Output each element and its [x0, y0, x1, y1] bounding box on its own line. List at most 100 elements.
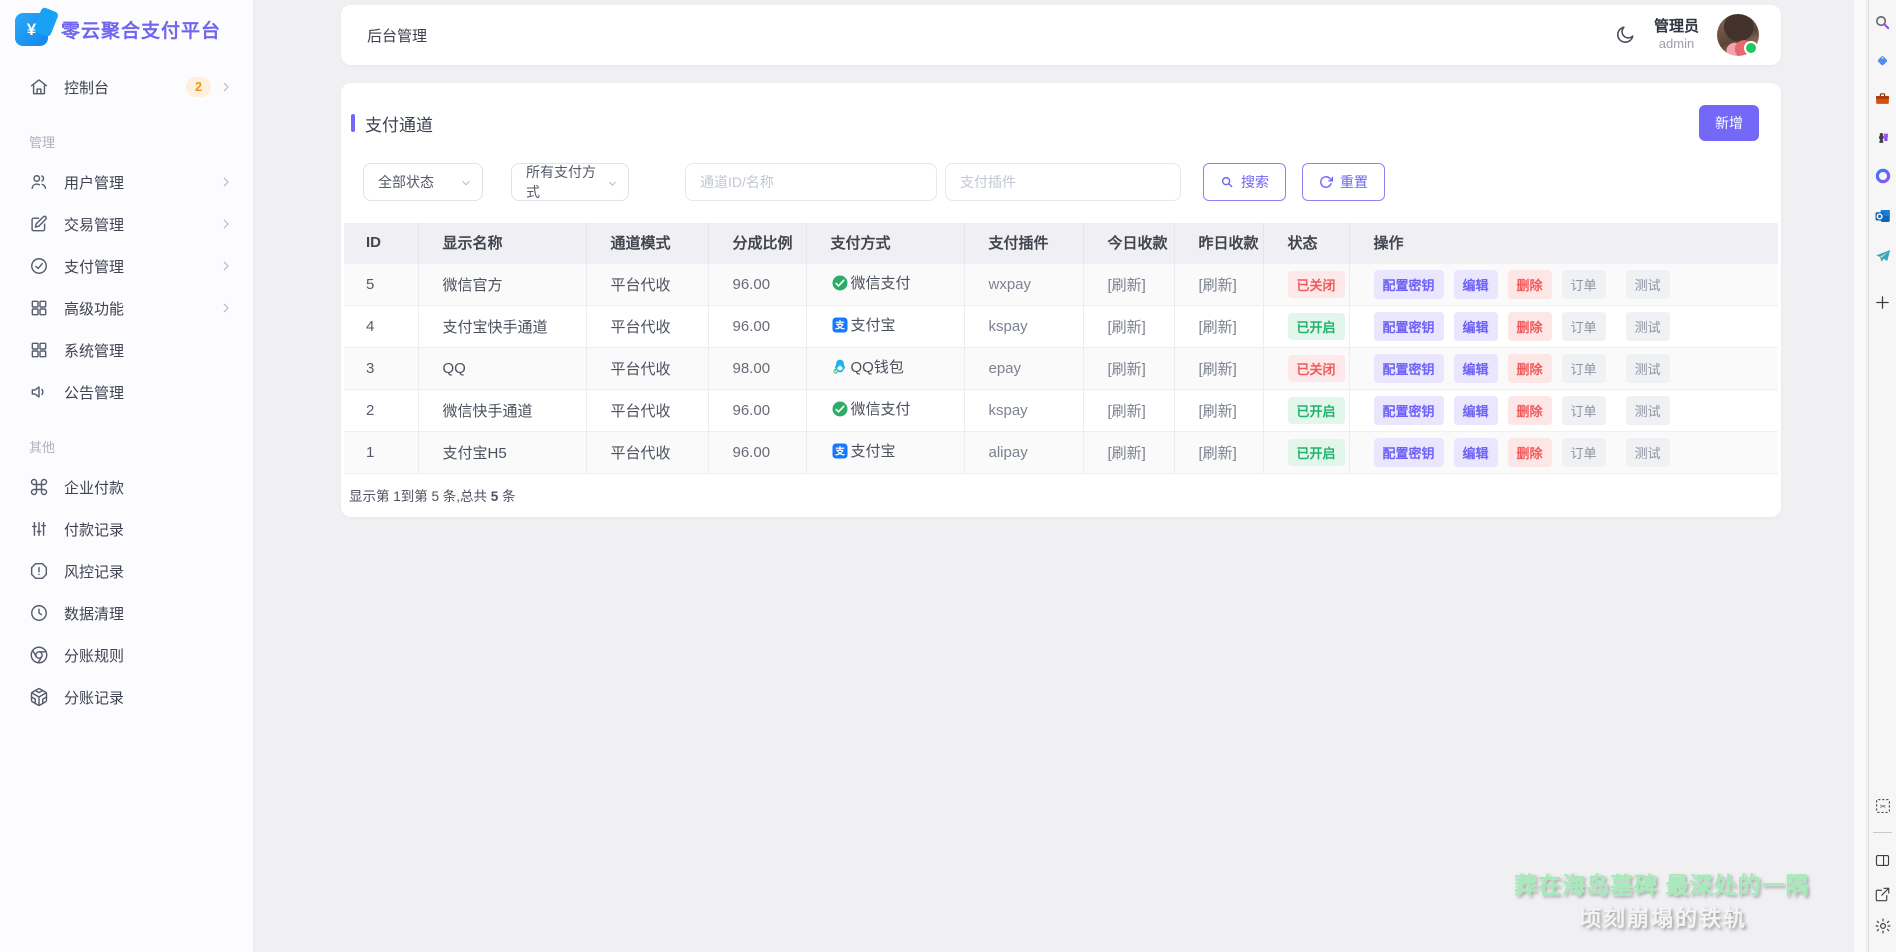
sidebar-item-label: 控制台 [64, 77, 186, 98]
edit-button[interactable]: 编辑 [1454, 438, 1498, 467]
table-row: 3QQ平台代收98.00QQ钱包epay[刷新][刷新]已关闭配置密钥编辑删除订… [344, 347, 1778, 389]
sidebar-item-data-cleanup[interactable]: 数据清理 [0, 592, 253, 634]
sidebar-item-payment-records[interactable]: 付款记录 [0, 508, 253, 550]
table-row: 4支付宝快手通道平台代收96.00支支付宝kspay[刷新][刷新]已开启配置密… [344, 305, 1778, 347]
toolbox-icon[interactable] [1873, 88, 1893, 108]
cell-actions: 配置密钥编辑删除订单测试 [1349, 305, 1778, 347]
topbar: 后台管理 管理员 admin [341, 5, 1781, 65]
delete-button[interactable]: 删除 [1508, 312, 1552, 341]
dark-mode-toggle[interactable] [1614, 24, 1636, 46]
add-button[interactable]: 新增 [1699, 105, 1759, 141]
chevron-right-icon [219, 301, 233, 315]
test-button[interactable]: 测试 [1626, 312, 1670, 341]
pay-method: 微信支付 [831, 272, 911, 293]
cell-yesterday-income: [刷新] [1174, 263, 1263, 305]
edit-button[interactable]: 编辑 [1454, 354, 1498, 383]
outlook-icon[interactable] [1873, 206, 1893, 226]
refresh-today-link[interactable]: [刷新] [1108, 403, 1146, 420]
refresh-yesterday-link[interactable]: [刷新] [1199, 403, 1237, 420]
sidebar-item-enterprise-payment[interactable]: 企业付款 [0, 466, 253, 508]
open-external-icon[interactable] [1873, 884, 1893, 904]
telegram-icon[interactable] [1873, 246, 1893, 266]
cell-pay-method: 支支付宝 [806, 305, 964, 347]
app-logo[interactable]: ¥ 零云聚合支付平台 [0, 0, 253, 60]
sidebar-item-system-management[interactable]: 系统管理 [0, 329, 253, 371]
method-select[interactable]: 所有支付方式 [511, 163, 629, 201]
sidebar: ¥ 零云聚合支付平台 控制台2管理用户管理交易管理支付管理高级功能系统管理公告管… [0, 0, 254, 952]
order-button[interactable]: 订单 [1562, 270, 1606, 299]
refresh-yesterday-link[interactable]: [刷新] [1199, 445, 1237, 462]
cell-channel-mode: 平台代收 [586, 305, 708, 347]
refresh-yesterday-link[interactable]: [刷新] [1199, 361, 1237, 378]
reset-button[interactable]: 重置 [1302, 163, 1385, 201]
settings-icon[interactable] [1873, 916, 1893, 936]
sidebar-item-console[interactable]: 控制台2 [0, 66, 253, 108]
sidebar-item-badge: 2 [186, 77, 211, 97]
status-select[interactable]: 全部状态 [363, 163, 483, 201]
search-icon[interactable] [1873, 12, 1893, 32]
screenshot-icon[interactable]: ✂ [1873, 796, 1893, 816]
delete-button[interactable]: 删除 [1508, 270, 1552, 299]
sidebar-item-payment-management[interactable]: 支付管理 [0, 245, 253, 287]
cell-display-name: 支付宝快手通道 [418, 305, 586, 347]
cell-display-name: 微信快手通道 [418, 389, 586, 431]
delete-button[interactable]: 删除 [1508, 438, 1552, 467]
svg-text:支: 支 [834, 444, 845, 457]
order-button[interactable]: 订单 [1562, 396, 1606, 425]
edit-button[interactable]: 编辑 [1454, 396, 1498, 425]
configure-key-button[interactable]: 配置密钥 [1374, 396, 1444, 425]
command-icon [29, 477, 49, 497]
cell-plugin: alipay [964, 431, 1083, 473]
test-button[interactable]: 测试 [1626, 438, 1670, 467]
test-button[interactable]: 测试 [1626, 354, 1670, 383]
chess-icon[interactable] [1873, 127, 1893, 147]
delete-button[interactable]: 删除 [1508, 396, 1552, 425]
delete-button[interactable]: 删除 [1508, 354, 1552, 383]
edit-button[interactable]: 编辑 [1454, 270, 1498, 299]
configure-key-button[interactable]: 配置密钥 [1374, 312, 1444, 341]
sidebar-section-label: 其他 [0, 413, 253, 466]
refresh-yesterday-link[interactable]: [刷新] [1199, 319, 1237, 336]
cell-id: 3 [344, 347, 418, 389]
browser-side-bar: ✂ [1868, 0, 1896, 952]
refresh-today-link[interactable]: [刷新] [1108, 361, 1146, 378]
add-icon[interactable] [1873, 292, 1893, 312]
refresh-icon [1319, 175, 1333, 189]
order-button[interactable]: 订单 [1562, 438, 1606, 467]
avatar[interactable] [1717, 14, 1759, 56]
test-button[interactable]: 测试 [1626, 270, 1670, 299]
channel-id-input[interactable] [685, 163, 937, 201]
tag-icon[interactable] [1873, 50, 1893, 70]
search-button[interactable]: 搜索 [1203, 163, 1286, 201]
status-badge: 已开启 [1288, 397, 1345, 424]
order-button[interactable]: 订单 [1562, 354, 1606, 383]
test-button[interactable]: 测试 [1626, 396, 1670, 425]
split-view-icon[interactable] [1873, 850, 1893, 870]
sidebar-item-trade-management[interactable]: 交易管理 [0, 203, 253, 245]
filter-row: 全部状态 所有支付方式 搜索 [363, 163, 1781, 201]
refresh-today-link[interactable]: [刷新] [1108, 277, 1146, 294]
sidebar-item-split-records[interactable]: 分账记录 [0, 676, 253, 718]
configure-key-button[interactable]: 配置密钥 [1374, 270, 1444, 299]
sidebar-item-announcement-management[interactable]: 公告管理 [0, 371, 253, 413]
refresh-today-link[interactable]: [刷新] [1108, 445, 1146, 462]
sidebar-item-user-management[interactable]: 用户管理 [0, 161, 253, 203]
sidebar-item-advanced-features[interactable]: 高级功能 [0, 287, 253, 329]
chevron-right-icon [219, 175, 233, 189]
edit-button[interactable]: 编辑 [1454, 312, 1498, 341]
order-button[interactable]: 订单 [1562, 312, 1606, 341]
sidebar-item-risk-records[interactable]: 风控记录 [0, 550, 253, 592]
cell-today-income: [刷新] [1083, 305, 1174, 347]
cell-channel-mode: 平台代收 [586, 431, 708, 473]
plugin-input[interactable] [945, 163, 1181, 201]
cell-channel-mode: 平台代收 [586, 263, 708, 305]
configure-key-button[interactable]: 配置密钥 [1374, 438, 1444, 467]
configure-key-button[interactable]: 配置密钥 [1374, 354, 1444, 383]
loop-icon[interactable] [1873, 166, 1893, 186]
refresh-yesterday-link[interactable]: [刷新] [1199, 277, 1237, 294]
table-header-cell: 昨日收款 [1174, 223, 1263, 263]
refresh-today-link[interactable]: [刷新] [1108, 319, 1146, 336]
page-scrollbar[interactable] [1854, 0, 1866, 952]
check-circle-icon [29, 256, 49, 276]
sidebar-item-split-rules[interactable]: 分账规则 [0, 634, 253, 676]
